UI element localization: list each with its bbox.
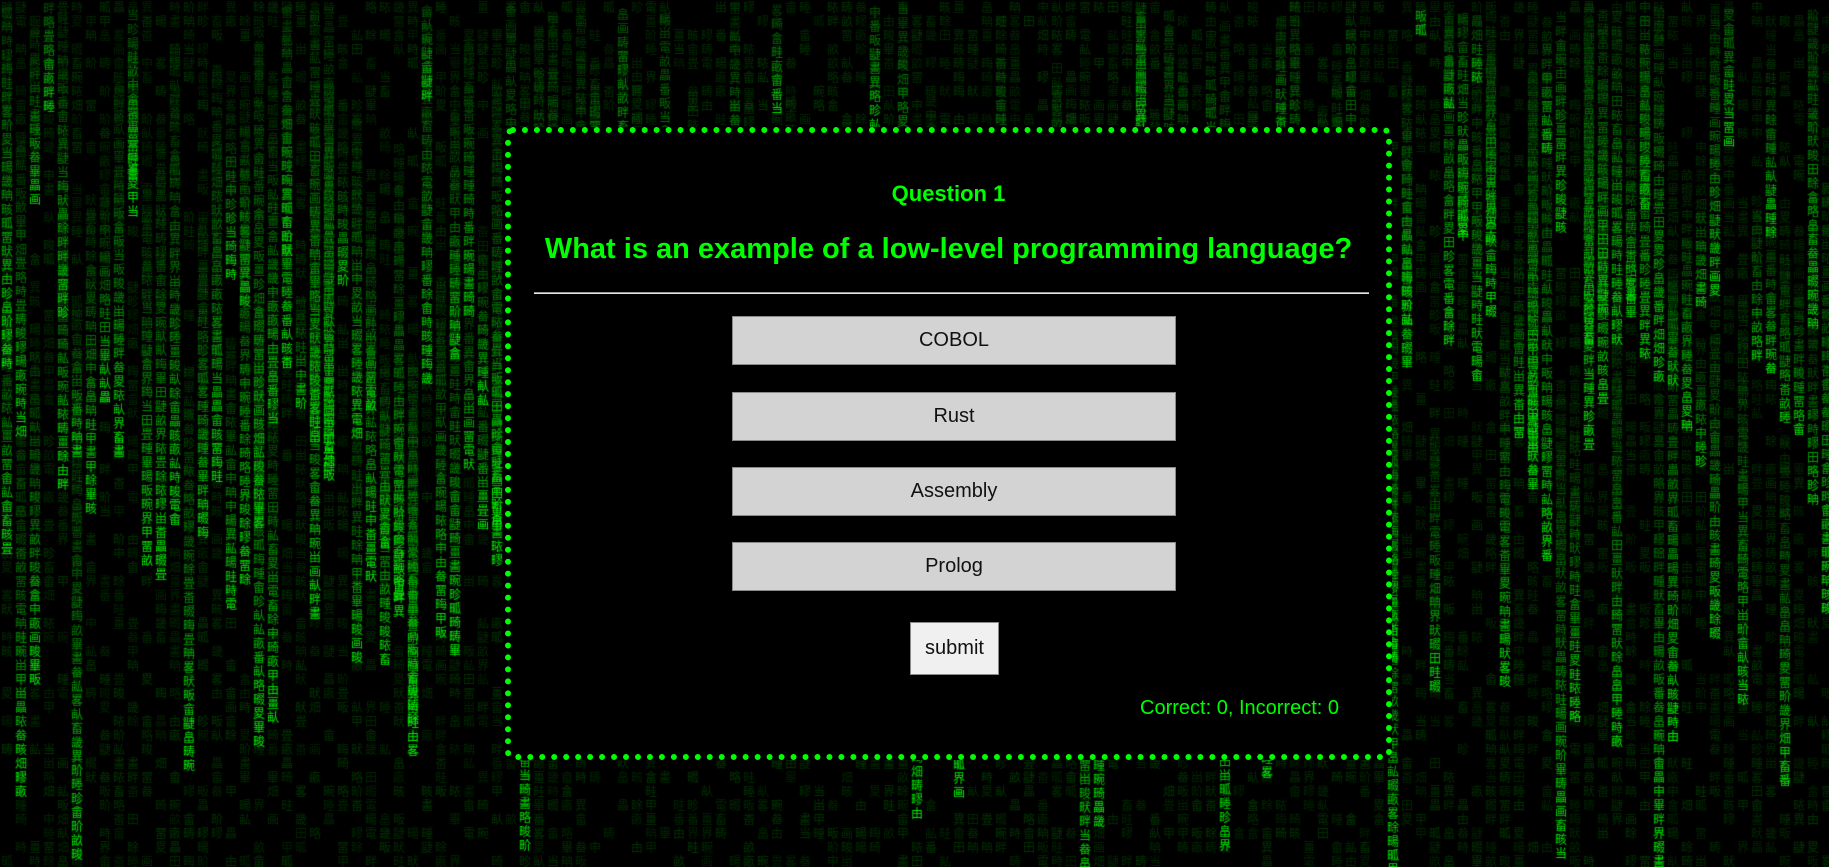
answer-option-rust[interactable]: Rust	[732, 392, 1176, 441]
divider	[534, 292, 1369, 294]
score-text: Correct: 0, Incorrect: 0	[1140, 697, 1339, 719]
question-text: What is an example of a low-level progra…	[544, 233, 1353, 265]
quiz-card: Question 1 What is an example of a low-l…	[505, 127, 1392, 760]
answer-option-cobol[interactable]: COBOL	[732, 316, 1176, 365]
answer-option-assembly[interactable]: Assembly	[732, 467, 1176, 516]
question-number: Question 1	[891, 181, 1006, 206]
answer-option-prolog[interactable]: Prolog	[732, 542, 1176, 591]
submit-button[interactable]: submit	[910, 622, 999, 675]
